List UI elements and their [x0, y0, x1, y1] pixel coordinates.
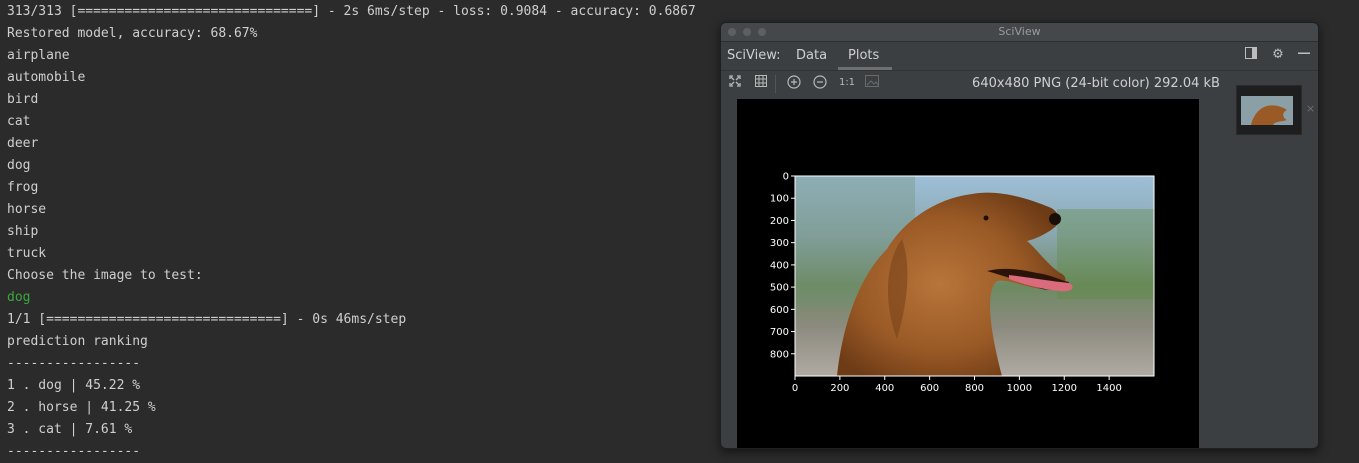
- console-line: -----------------: [7, 444, 141, 459]
- y-tick-label: 0: [783, 172, 789, 183]
- console-line: 2 . horse | 41.25 %: [7, 400, 156, 415]
- y-tick-label: 100: [770, 194, 789, 205]
- plot-thumbnail[interactable]: [1236, 85, 1302, 135]
- x-tick-label: 600: [920, 383, 939, 394]
- y-tick-label: 300: [770, 238, 789, 249]
- y-tick-label: 600: [770, 305, 789, 316]
- window-titlebar[interactable]: SciView: [721, 23, 1318, 42]
- console-line: automobile: [7, 70, 86, 85]
- sciview-window[interactable]: SciView SciView: Data Plots ⚙ 1:1 640x48…: [720, 22, 1319, 449]
- x-tick-label: 1400: [1096, 383, 1121, 394]
- image-plot: 0 200 400 600 800 1000 1200 1400 0 100 200 300 400 50…: [770, 172, 1155, 394]
- console-line: 3 . cat | 7.61 %: [7, 422, 133, 437]
- grid-icon[interactable]: [753, 75, 769, 91]
- gear-icon[interactable]: ⚙: [1270, 47, 1286, 63]
- toolbar-separator: [775, 75, 776, 93]
- thumbnail-close-icon[interactable]: ×: [1306, 102, 1315, 115]
- console-line: deer: [7, 136, 39, 151]
- console-line: ship: [7, 224, 39, 239]
- tab-plots[interactable]: Plots: [848, 42, 879, 70]
- plot-canvas: 0 200 400 600 800 1000 1200 1400 0 100 200 300 400 50…: [737, 99, 1199, 448]
- console-line: 313/313 [==============================]…: [7, 4, 696, 19]
- y-tick-label: 400: [770, 260, 789, 271]
- x-tick-label: 1200: [1052, 383, 1077, 394]
- actual-size-icon[interactable]: 1:1: [838, 75, 856, 91]
- sciview-label: SciView:: [727, 48, 781, 63]
- image-info: 640x480 PNG (24-bit color) 292.04 kB: [972, 76, 1220, 91]
- x-tick-label: 200: [830, 383, 849, 394]
- layout-icon[interactable]: [1243, 47, 1259, 63]
- console-line: Restored model, accuracy: 68.67%: [7, 26, 258, 41]
- y-tick-label: 800: [770, 349, 789, 360]
- console-line: Choose the image to test:: [7, 268, 203, 283]
- y-tick-label: 500: [770, 283, 789, 294]
- x-tick-label: 800: [965, 383, 984, 394]
- tab-data[interactable]: Data: [796, 42, 827, 70]
- y-tick-label: 700: [770, 327, 789, 338]
- console-line: -----------------: [7, 356, 141, 371]
- x-tick-label: 0: [792, 383, 798, 394]
- console-line: cat: [7, 114, 31, 129]
- console-line: airplane: [7, 48, 70, 63]
- console-line: prediction ranking: [7, 334, 148, 349]
- sciview-tabbar: SciView: Data Plots ⚙: [721, 42, 1318, 71]
- window-title: SciView: [998, 25, 1041, 38]
- x-tick-label: 1000: [1007, 383, 1032, 394]
- console-line: dog: [7, 290, 31, 305]
- zoom-out-icon[interactable]: [812, 75, 828, 91]
- zoom-in-icon[interactable]: [786, 75, 802, 91]
- console-line: truck: [7, 246, 47, 261]
- y-tick-label: 200: [770, 216, 789, 227]
- x-tick-label: 400: [875, 383, 894, 394]
- console-line: bird: [7, 92, 39, 107]
- console-line: 1/1 [==============================] - 0…: [7, 312, 407, 327]
- active-tab-indicator: [838, 67, 892, 70]
- console-line: 1 . dog | 45.22 %: [7, 378, 141, 393]
- console-line: dog: [7, 158, 31, 173]
- image-icon[interactable]: [864, 75, 880, 91]
- fit-screen-icon[interactable]: [727, 75, 743, 91]
- console-line: horse: [7, 202, 47, 217]
- sciview-toolbar: 1:1 640x480 PNG (24-bit color) 292.04 kB: [721, 71, 1318, 97]
- dog-photo: [795, 176, 1154, 376]
- minimize-icon[interactable]: [1296, 47, 1312, 63]
- console-line: frog: [7, 180, 39, 195]
